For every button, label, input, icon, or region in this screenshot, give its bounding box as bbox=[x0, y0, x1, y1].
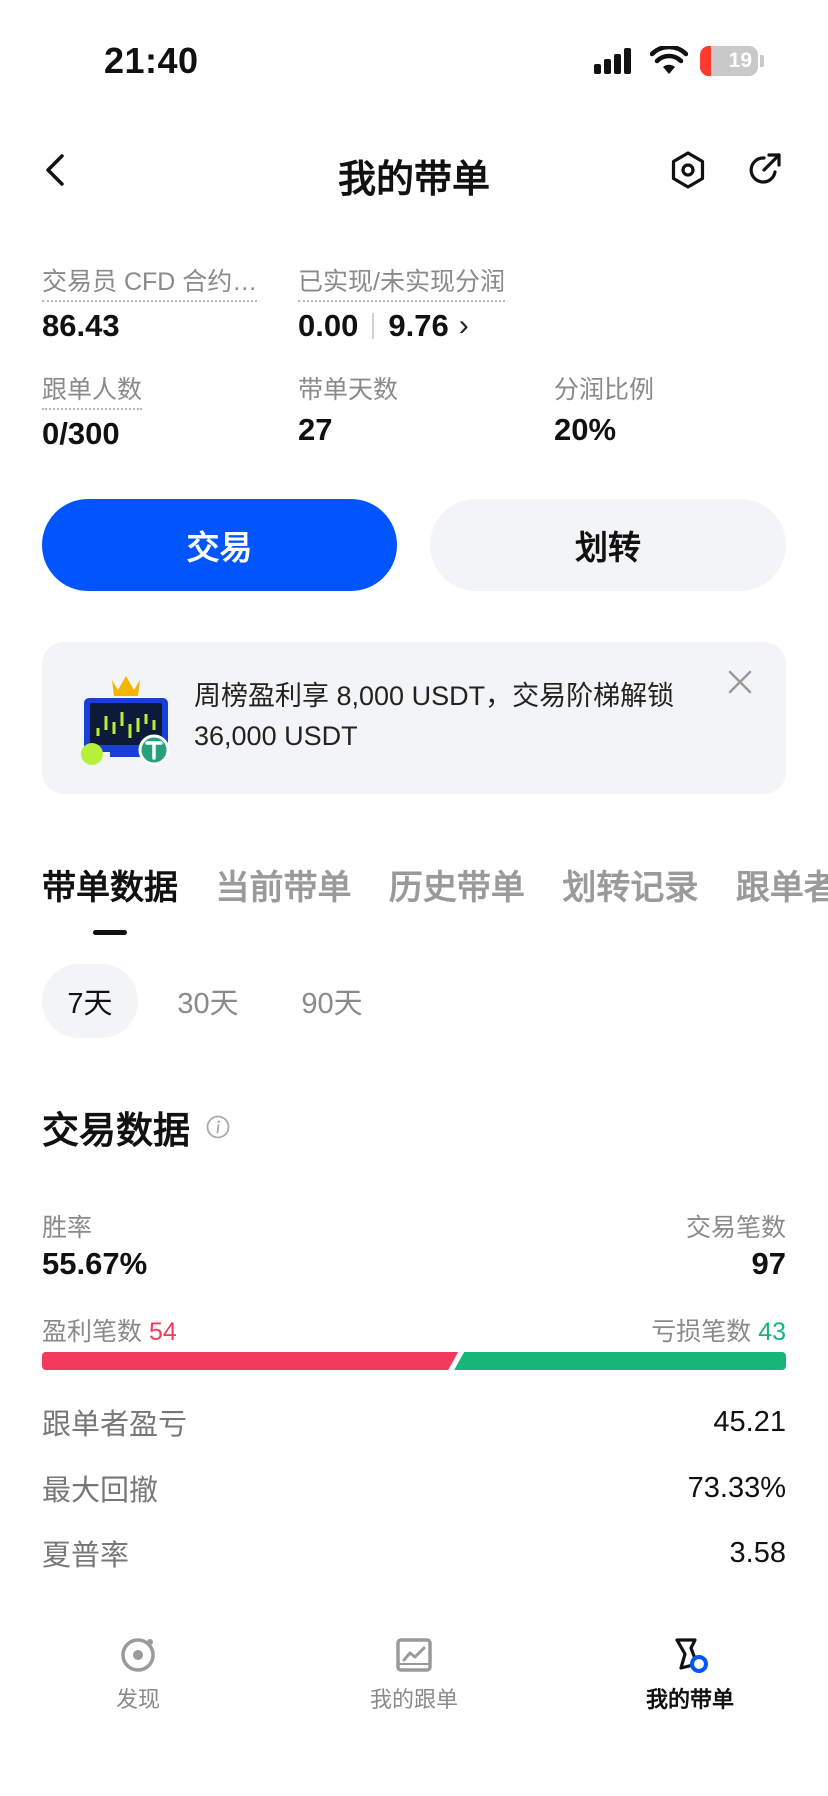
stat-share-ratio: 分润比例 20% bbox=[554, 370, 654, 448]
win-loss-ratio-bar bbox=[42, 1352, 786, 1370]
stat-profit-share-label[interactable]: 已实现/未实现分润 bbox=[298, 262, 505, 302]
tab-current-lead[interactable]: 当前带单 bbox=[215, 860, 351, 909]
loss-trades-label: 亏损笔数 bbox=[651, 1318, 752, 1346]
info-icon[interactable] bbox=[206, 1115, 230, 1139]
share-icon[interactable] bbox=[744, 150, 784, 190]
loss-bar-segment bbox=[454, 1352, 786, 1370]
copy-trade-icon bbox=[396, 1638, 432, 1672]
battery-icon: 19 bbox=[700, 46, 758, 76]
bottom-nav-label: 发现 bbox=[115, 1687, 160, 1712]
bottom-nav-discover[interactable]: 发现 bbox=[48, 1634, 228, 1714]
metric-value: 45.21 bbox=[713, 1405, 786, 1438]
bottom-nav-my-lead[interactable]: 我的带单 bbox=[600, 1634, 780, 1714]
metric-label: 跟单者盈亏 bbox=[42, 1409, 188, 1441]
promo-banner[interactable]: 周榜盈利享 8,000 USDT，交易阶梯解锁 36,000 USDT bbox=[42, 642, 786, 794]
bottom-nav-my-copy[interactable]: 我的跟单 bbox=[324, 1634, 504, 1714]
status-bar: 21:40 19 bbox=[0, 0, 828, 110]
stat-days: 带单天数 27 bbox=[298, 370, 398, 448]
stat-days-label: 带单天数 bbox=[298, 376, 399, 404]
metric-label: 夏普率 bbox=[42, 1540, 130, 1572]
profit-trades-label: 盈利笔数 bbox=[42, 1318, 143, 1346]
trade-data-title: 交易数据 bbox=[42, 1110, 190, 1151]
period-90d[interactable]: 90天 bbox=[284, 964, 380, 1038]
battery-level: 19 bbox=[728, 49, 752, 72]
bottom-nav-label: 我的跟单 bbox=[369, 1687, 458, 1712]
win-rate-label: 胜率 bbox=[42, 1214, 93, 1242]
trades-count-label: 交易笔数 bbox=[685, 1214, 786, 1242]
stat-followers: 跟单人数 0/300 bbox=[42, 370, 143, 452]
tab-bar: 带单数据 当前带单 历史带单 划转记录 跟单者 bbox=[42, 860, 828, 940]
settings-hexagon-icon[interactable] bbox=[668, 150, 708, 190]
header: 我的带单 bbox=[0, 130, 828, 210]
trade-button[interactable]: 交易 bbox=[42, 499, 397, 591]
stat-followers-value: 0/300 bbox=[42, 416, 120, 451]
stat-share-ratio-label: 分润比例 bbox=[554, 376, 655, 404]
period-7d[interactable]: 7天 bbox=[42, 964, 138, 1038]
tab-transfer-records[interactable]: 划转记录 bbox=[562, 860, 698, 909]
lead-trade-icon bbox=[675, 1638, 708, 1673]
metric-row-follower-pnl: 跟单者盈亏 45.21 bbox=[42, 1400, 786, 1444]
metric-row-max-drawdown: 最大回撤 73.33% bbox=[42, 1466, 786, 1510]
loss-trades: 亏损笔数 43 bbox=[651, 1312, 786, 1348]
unrealized-profit: 9.76 bbox=[388, 308, 449, 343]
loss-trades-count: 43 bbox=[758, 1318, 786, 1346]
bottom-fade bbox=[0, 1592, 828, 1606]
profit-trades: 盈利笔数 54 bbox=[42, 1312, 177, 1348]
trophy-chart-icon bbox=[81, 676, 170, 766]
win-rate-value: 55.67% bbox=[42, 1246, 148, 1281]
stat-profit-share[interactable]: 已实现/未实现分润 0.00 9.76 › bbox=[298, 262, 505, 344]
metric-row-sharpe: 夏普率 3.58 bbox=[42, 1531, 786, 1575]
realized-profit: 0.00 bbox=[298, 308, 359, 343]
tab-lead-data[interactable]: 带单数据 bbox=[42, 860, 178, 935]
metric-label: 最大回撤 bbox=[42, 1475, 159, 1507]
stat-profit-share-value[interactable]: 0.00 9.76 › bbox=[298, 308, 505, 344]
stat-trader-cfd-label[interactable]: 交易员 CFD 合约… bbox=[42, 262, 258, 302]
period-30d[interactable]: 30天 bbox=[160, 964, 256, 1038]
promo-text: 周榜盈利享 8,000 USDT，交易阶梯解锁 36,000 USDT bbox=[194, 681, 675, 751]
profit-trades-count: 54 bbox=[148, 1318, 177, 1346]
close-icon[interactable] bbox=[726, 668, 754, 696]
discover-icon bbox=[121, 1638, 155, 1672]
bottom-nav-label: 我的带单 bbox=[645, 1687, 734, 1712]
cellular-signal-icon bbox=[594, 48, 631, 74]
trade-data-section-title: 交易数据 bbox=[42, 1100, 230, 1154]
stat-trader-cfd: 交易员 CFD 合约… 86.43 bbox=[42, 262, 258, 344]
stat-days-value: 27 bbox=[298, 412, 333, 447]
divider bbox=[372, 313, 375, 339]
battery-tip bbox=[760, 55, 764, 67]
chevron-right-icon[interactable]: › bbox=[459, 309, 469, 343]
metric-value: 73.33% bbox=[687, 1471, 786, 1504]
bottom-nav: 发现 我的跟单 我的带单 bbox=[0, 1606, 828, 1796]
metric-value: 3.58 bbox=[729, 1536, 786, 1569]
wifi-icon bbox=[650, 46, 688, 74]
transfer-button[interactable]: 划转 bbox=[430, 499, 786, 591]
tab-followers[interactable]: 跟单者 bbox=[736, 860, 828, 909]
stat-trader-cfd-value: 86.43 bbox=[42, 308, 120, 343]
profit-bar-segment bbox=[42, 1352, 459, 1370]
tab-history-lead[interactable]: 历史带单 bbox=[389, 860, 525, 909]
status-time: 21:40 bbox=[104, 40, 199, 81]
trades-count-value: 97 bbox=[751, 1246, 786, 1281]
stat-share-ratio-value: 20% bbox=[554, 412, 617, 447]
stat-followers-label[interactable]: 跟单人数 bbox=[42, 370, 143, 410]
